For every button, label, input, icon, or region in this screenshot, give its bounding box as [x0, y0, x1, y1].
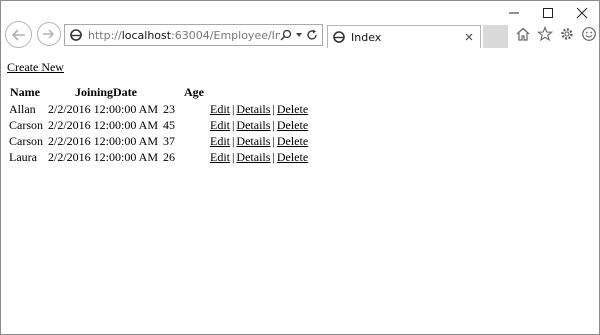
table-header-row: Name JoiningDate Age	[8, 85, 310, 101]
table-row: Allan 2/2/2016 12:00:00 AM 23 Edit | Details |…	[8, 102, 310, 117]
details-link[interactable]: Details	[236, 118, 270, 132]
cell-joining-date: 2/2/2016 12:00:00 AM	[48, 150, 159, 164]
cell-actions: Edit | Details | Delete	[209, 134, 310, 149]
cell-actions: Edit | Details | Delete	[209, 102, 310, 117]
delete-link[interactable]: Delete	[277, 150, 308, 164]
gear-icon	[560, 27, 573, 40]
cell-age: 26	[163, 150, 176, 164]
url-path: :63004/Employee/Index	[171, 28, 280, 42]
details-link[interactable]: Details	[236, 102, 270, 116]
url-host: localhost	[121, 28, 172, 42]
cell-joining-date: 2/2/2016 12:00:00 AM	[48, 102, 159, 116]
close-icon	[465, 33, 473, 41]
window-controls	[497, 1, 599, 25]
forward-button[interactable]	[37, 22, 61, 46]
cell-age: 37	[163, 134, 176, 148]
page-content: Create New Name JoiningDate Age Allan 2/2…	[1, 55, 599, 334]
favorites-button[interactable]	[536, 25, 553, 42]
minimize-icon	[509, 12, 519, 14]
header-age: Age	[184, 85, 205, 99]
new-tab-button[interactable]	[483, 25, 508, 48]
close-tab-button[interactable]	[462, 30, 476, 44]
address-bar[interactable]: http://localhost:63004/Employee/Index	[64, 24, 323, 46]
cell-age: 45	[163, 118, 176, 132]
table-row: Laura 2/2/2016 12:00:00 AM 26 Edit | Details |…	[8, 150, 310, 165]
cell-actions: Edit | Details | Delete	[209, 150, 310, 165]
url-prefix: http://	[88, 28, 122, 42]
search-button[interactable]	[280, 27, 292, 43]
maximize-icon	[543, 8, 553, 18]
tab-title: Index	[351, 30, 382, 44]
table-row: Carson 2/2/2016 12:00:00 AM 45 Edit | Details…	[8, 118, 310, 133]
create-new-link[interactable]: Create New	[7, 60, 64, 75]
details-link[interactable]: Details	[236, 134, 270, 148]
settings-button[interactable]	[558, 25, 575, 42]
cell-joining-date: 2/2/2016 12:00:00 AM	[48, 134, 159, 148]
header-joining-date: JoiningDate	[75, 85, 138, 99]
table-row: Carson 2/2/2016 12:00:00 AM 37 Edit | Details…	[8, 134, 310, 149]
address-dropdown-button[interactable]	[295, 27, 303, 43]
refresh-icon	[307, 29, 317, 40]
delete-link[interactable]: Delete	[277, 134, 308, 148]
ie-page-icon	[68, 27, 84, 43]
edit-link[interactable]: Edit	[210, 150, 230, 164]
edit-link[interactable]: Edit	[210, 118, 230, 132]
browser-toolbar	[514, 25, 597, 42]
home-icon	[516, 27, 529, 41]
search-icon	[280, 29, 292, 41]
star-icon	[536, 25, 553, 41]
delete-link[interactable]: Delete	[277, 102, 308, 116]
close-window-button[interactable]	[565, 1, 599, 25]
cell-name: Carson	[9, 118, 43, 132]
back-button[interactable]	[5, 21, 32, 48]
maximize-button[interactable]	[531, 1, 565, 25]
employee-table: Name JoiningDate Age Allan 2/2/2016 12:00…	[6, 84, 312, 166]
back-arrow-icon	[11, 28, 25, 41]
refresh-button[interactable]	[306, 27, 318, 43]
edit-link[interactable]: Edit	[210, 134, 230, 148]
close-icon	[576, 7, 588, 19]
cell-name: Allan	[9, 102, 36, 116]
details-link[interactable]: Details	[236, 150, 270, 164]
cell-name: Laura	[9, 150, 37, 164]
forward-arrow-icon	[43, 29, 55, 39]
cell-name: Carson	[9, 134, 43, 148]
tab-index[interactable]: Index	[327, 25, 481, 48]
header-actions	[209, 85, 310, 101]
cell-joining-date: 2/2/2016 12:00:00 AM	[48, 118, 159, 132]
url-text[interactable]: http://localhost:63004/Employee/Index	[88, 29, 280, 42]
home-button[interactable]	[514, 25, 531, 42]
feedback-button[interactable]	[580, 25, 597, 42]
cell-age: 23	[163, 102, 176, 116]
header-name: Name	[10, 85, 40, 99]
chevron-down-icon	[296, 33, 302, 37]
delete-link[interactable]: Delete	[277, 118, 308, 132]
smiley-icon	[581, 26, 596, 41]
minimize-button[interactable]	[497, 1, 531, 25]
cell-actions: Edit | Details | Delete	[209, 118, 310, 133]
tab-page-icon	[331, 29, 347, 45]
edit-link[interactable]: Edit	[210, 102, 230, 116]
